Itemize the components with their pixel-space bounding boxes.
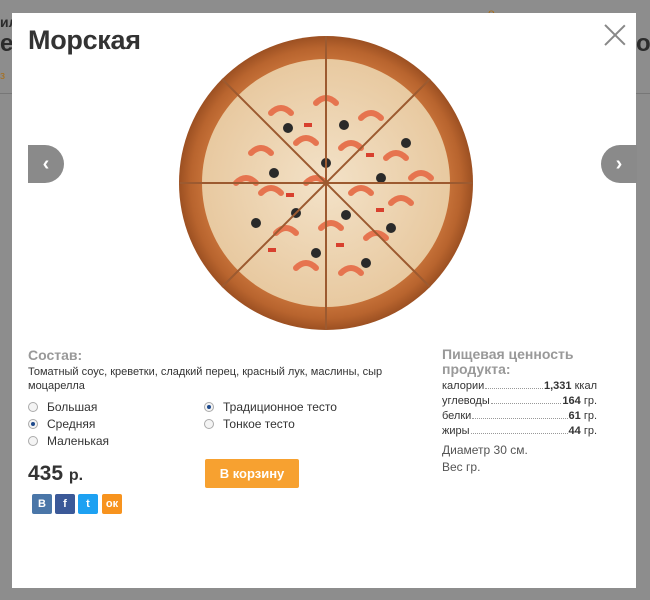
- radio-button[interactable]: [204, 419, 214, 429]
- price-value: 435: [28, 462, 64, 485]
- nutrition-unit: гр.: [583, 410, 597, 422]
- twitter-share-icon[interactable]: t: [78, 494, 98, 514]
- dotted-leader: [470, 433, 568, 434]
- nutrition-value: 44: [568, 425, 581, 437]
- dotted-leader: [485, 388, 543, 389]
- nutrition-name: калории: [442, 380, 485, 392]
- facebook-share-icon[interactable]: f: [55, 494, 75, 514]
- close-icon[interactable]: [603, 23, 627, 47]
- product-title: Морская: [28, 25, 141, 55]
- nutrition-row-calories: калории 1,331 ккал: [442, 380, 597, 392]
- radio-button[interactable]: [28, 436, 38, 446]
- composition-text: Томатный соус, креветки, сладкий перец, …: [28, 366, 383, 392]
- nutrition-value: 1,331: [544, 380, 572, 392]
- nutrition-row-fat: жиры 44 гр.: [442, 425, 597, 437]
- pizza-image: [179, 36, 473, 330]
- nutrition-value: 61: [568, 410, 581, 422]
- composition-label: Состав:: [28, 347, 83, 363]
- nutrition-name: жиры: [442, 425, 470, 437]
- nutrition-name: белки: [442, 410, 472, 422]
- dough-label: Тонкое тесто: [223, 417, 295, 431]
- radio-button[interactable]: [204, 402, 214, 412]
- size-option-large[interactable]: Большая: [28, 400, 97, 414]
- radio-button[interactable]: [28, 419, 38, 429]
- product-modal: Морская ‹ › Состав: Томатный соус, креве…: [12, 13, 637, 588]
- nutrition-value: 164: [562, 395, 581, 407]
- size-label: Большая: [47, 400, 98, 414]
- nutrition-row-protein: белки 61 гр.: [442, 410, 597, 422]
- price: 435 р.: [28, 462, 83, 486]
- nutrition-unit: ккал: [574, 380, 597, 392]
- next-image-button[interactable]: ›: [601, 145, 637, 183]
- odnoklassniki-share-icon[interactable]: ок: [102, 494, 122, 514]
- dotted-leader: [472, 418, 568, 419]
- radio-button[interactable]: [28, 402, 38, 412]
- nutrition-row-carbs: углеводы 164 гр.: [442, 395, 597, 407]
- background-text: о-: [636, 30, 650, 57]
- dotted-leader: [490, 403, 562, 404]
- price-currency: р.: [68, 467, 84, 484]
- nutrition-label: Пищевая ценность продукта:: [442, 346, 574, 377]
- weight-text: Вес гр.: [442, 460, 481, 474]
- dough-option-traditional[interactable]: Традиционное тесто: [204, 400, 337, 414]
- diameter-text: Диаметр 30 см.: [442, 443, 528, 457]
- prev-image-button[interactable]: ‹: [28, 145, 64, 183]
- add-to-cart-button[interactable]: В корзину: [205, 459, 299, 488]
- nutrition-unit: гр.: [583, 395, 597, 407]
- nutrition-unit: гр.: [583, 425, 597, 437]
- size-option-small[interactable]: Маленькая: [28, 434, 109, 448]
- dough-option-thin[interactable]: Тонкое тесто: [204, 417, 295, 431]
- vk-share-icon[interactable]: В: [32, 494, 52, 514]
- dough-label: Традиционное тесто: [223, 400, 337, 414]
- background-link: з: [0, 70, 6, 82]
- size-label: Маленькая: [47, 434, 110, 448]
- size-option-medium[interactable]: Средняя: [28, 417, 95, 431]
- nutrition-name: углеводы: [442, 395, 490, 407]
- size-label: Средняя: [47, 417, 96, 431]
